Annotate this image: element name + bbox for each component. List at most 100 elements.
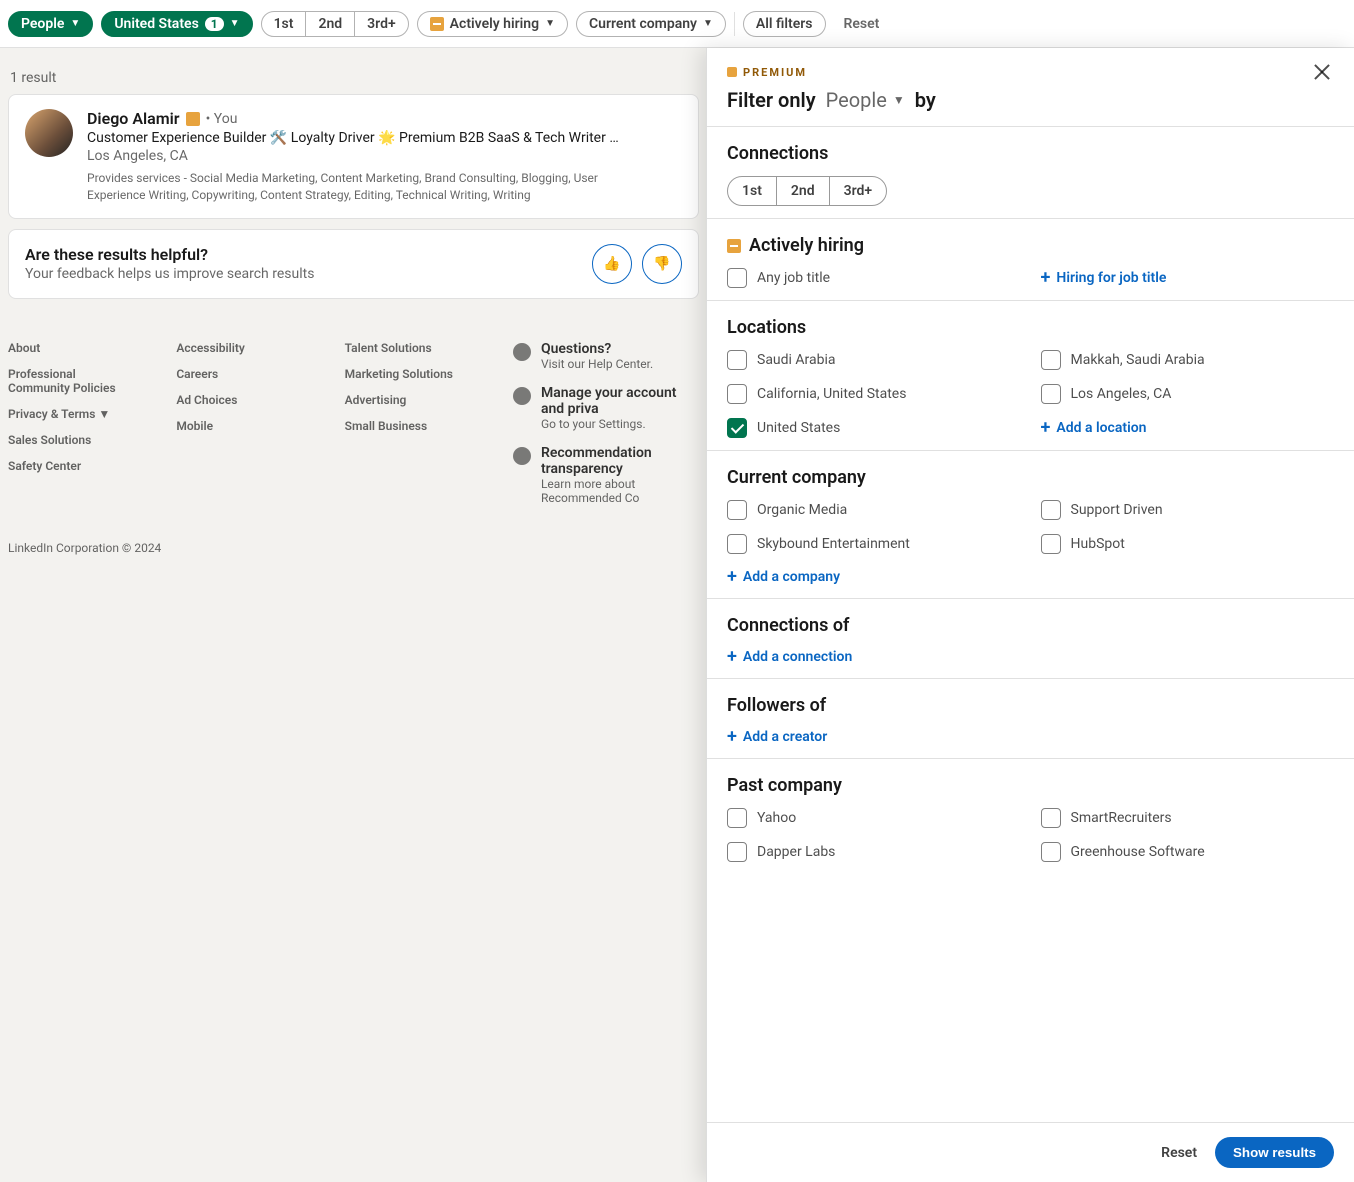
footer-info-row[interactable]: Recommendation transparencyLearn more ab… bbox=[513, 445, 699, 505]
footer-link-label: Privacy & Terms bbox=[8, 407, 98, 421]
footer-link[interactable]: Sales Solutions bbox=[8, 433, 136, 447]
you-label: • You bbox=[206, 111, 238, 127]
caret-down-icon: ▼ bbox=[230, 18, 240, 29]
info-sub: Visit our Help Center. bbox=[541, 357, 653, 371]
results-area: 1 result Diego Alamir • You Customer Exp… bbox=[0, 48, 707, 325]
info-sub: Learn more about Recommended Co bbox=[541, 477, 699, 505]
company-checkbox[interactable]: Support Driven bbox=[1041, 500, 1335, 520]
premium-badge: PREMIUM bbox=[727, 66, 807, 79]
actively-hiring-section: Actively hiring Any job title +Hiring fo… bbox=[707, 219, 1354, 301]
checkbox-label: Organic Media bbox=[757, 502, 847, 518]
checkbox-icon bbox=[1041, 534, 1061, 554]
panel-reset-button[interactable]: Reset bbox=[1161, 1145, 1197, 1161]
checkbox-icon bbox=[1041, 500, 1061, 520]
footer-link[interactable]: Ad Choices bbox=[176, 393, 304, 407]
info-title: Recommendation transparency bbox=[541, 445, 699, 477]
add-creator[interactable]: +Add a creator bbox=[727, 728, 1334, 746]
shield-icon bbox=[513, 447, 531, 465]
gear-icon bbox=[513, 387, 531, 405]
location-checkbox[interactable]: Saudi Arabia bbox=[727, 350, 1021, 370]
separator bbox=[734, 12, 735, 36]
checkbox-icon bbox=[1041, 842, 1061, 862]
footer-info-row[interactable]: Questions?Visit our Help Center. bbox=[513, 341, 699, 371]
avatar[interactable] bbox=[25, 109, 73, 157]
past-company-checkbox[interactable]: Yahoo bbox=[727, 808, 1021, 828]
footer-link[interactable]: Talent Solutions bbox=[345, 341, 473, 355]
company-checkbox[interactable]: Organic Media bbox=[727, 500, 1021, 520]
past-company-checkbox[interactable]: SmartRecruiters bbox=[1041, 808, 1335, 828]
footer-link[interactable]: Marketing Solutions bbox=[345, 367, 473, 381]
checkbox-label: Greenhouse Software bbox=[1071, 844, 1205, 860]
footer-link[interactable]: Careers bbox=[176, 367, 304, 381]
footer-link[interactable]: About bbox=[8, 341, 136, 355]
followers-of-section: Followers of +Add a creator bbox=[707, 679, 1354, 759]
footer: About Professional Community Policies Pr… bbox=[0, 325, 707, 521]
conn-2nd[interactable]: 2nd bbox=[777, 177, 830, 205]
filter-bar: People▼ United States 1 ▼ 1st 2nd 3rd+ Act… bbox=[0, 0, 1354, 48]
plus-icon: + bbox=[1041, 269, 1051, 287]
past-company-checkbox[interactable]: Dapper Labs bbox=[727, 842, 1021, 862]
connections-seg-group: 1st 2nd 3rd+ bbox=[727, 176, 887, 206]
checkbox-icon bbox=[727, 384, 747, 404]
person-card[interactable]: Diego Alamir • You Customer Experience B… bbox=[8, 94, 699, 219]
add-company[interactable]: +Add a company bbox=[727, 568, 1021, 586]
conn-1st[interactable]: 1st bbox=[262, 12, 307, 36]
reset-button[interactable]: Reset bbox=[834, 12, 890, 36]
location-label: United States bbox=[114, 16, 198, 32]
entity-type-select[interactable]: People▼ bbox=[826, 88, 905, 112]
footer-link[interactable]: Accessibility bbox=[176, 341, 304, 355]
company-checkbox[interactable]: Skybound Entertainment bbox=[727, 534, 1021, 554]
checkbox-label: Any job title bbox=[757, 270, 830, 286]
people-label: People bbox=[21, 16, 64, 32]
checkbox-label: Los Angeles, CA bbox=[1071, 386, 1172, 402]
conn-2nd[interactable]: 2nd bbox=[306, 12, 355, 36]
section-title-label: Actively hiring bbox=[749, 235, 864, 256]
footer-link[interactable]: Safety Center bbox=[8, 459, 136, 473]
location-pill[interactable]: United States 1 ▼ bbox=[101, 11, 252, 37]
checkbox-icon bbox=[727, 842, 747, 862]
footer-link[interactable]: Small Business bbox=[345, 419, 473, 433]
add-connection[interactable]: +Add a connection bbox=[727, 648, 1334, 666]
conn-3rd[interactable]: 3rd+ bbox=[355, 12, 408, 36]
conn-1st[interactable]: 1st bbox=[728, 177, 777, 205]
footer-info-row[interactable]: Manage your account and privaGo to your … bbox=[513, 385, 699, 431]
locations-section: Locations Saudi Arabia Makkah, Saudi Ara… bbox=[707, 301, 1354, 451]
location-checkbox-us[interactable]: United States bbox=[727, 418, 1021, 438]
footer-link[interactable]: Mobile bbox=[176, 419, 304, 433]
company-checkbox[interactable]: HubSpot bbox=[1041, 534, 1335, 554]
current-company-label: Current company bbox=[589, 16, 697, 32]
checkbox-label: Skybound Entertainment bbox=[757, 536, 910, 552]
plus-icon: + bbox=[727, 728, 737, 746]
past-company-checkbox[interactable]: Greenhouse Software bbox=[1041, 842, 1335, 862]
conn-3rd[interactable]: 3rd+ bbox=[830, 177, 887, 205]
footer-link[interactable]: Privacy & Terms ▼ bbox=[8, 407, 136, 421]
footer-link[interactable]: Advertising bbox=[345, 393, 473, 407]
close-button[interactable] bbox=[1310, 60, 1334, 84]
checkbox-label: Support Driven bbox=[1071, 502, 1163, 518]
location-checkbox[interactable]: California, United States bbox=[727, 384, 1021, 404]
location-count: 1 bbox=[205, 17, 224, 31]
actively-hiring-pill[interactable]: Actively hiring▼ bbox=[417, 11, 568, 37]
location-checkbox[interactable]: Makkah, Saudi Arabia bbox=[1041, 350, 1335, 370]
caret-down-icon: ▼ bbox=[893, 93, 905, 107]
past-company-section: Past company Yahoo SmartRecruiters Dappe… bbox=[707, 759, 1354, 874]
connections-of-section: Connections of +Add a connection bbox=[707, 599, 1354, 679]
any-job-title-checkbox[interactable]: Any job title bbox=[727, 268, 1021, 288]
thumbs-up-button[interactable]: 👍 bbox=[592, 244, 632, 284]
people-pill[interactable]: People▼ bbox=[8, 11, 93, 37]
add-location[interactable]: +Add a location bbox=[1041, 418, 1335, 438]
hiring-icon bbox=[727, 239, 741, 253]
checkbox-icon bbox=[727, 350, 747, 370]
add-hiring-title[interactable]: +Hiring for job title bbox=[1041, 268, 1335, 288]
all-filters-pill[interactable]: All filters bbox=[743, 11, 826, 37]
location-checkbox[interactable]: Los Angeles, CA bbox=[1041, 384, 1335, 404]
premium-in-icon bbox=[186, 112, 200, 126]
current-company-pill[interactable]: Current company▼ bbox=[576, 11, 726, 37]
show-results-button[interactable]: Show results bbox=[1215, 1137, 1334, 1168]
plus-icon: + bbox=[727, 568, 737, 586]
add-label: Add a connection bbox=[743, 649, 852, 665]
person-name[interactable]: Diego Alamir bbox=[87, 109, 180, 128]
footer-link[interactable]: Professional Community Policies bbox=[8, 367, 136, 395]
checkbox-label: HubSpot bbox=[1071, 536, 1125, 552]
thumbs-down-button[interactable]: 👎 bbox=[642, 244, 682, 284]
